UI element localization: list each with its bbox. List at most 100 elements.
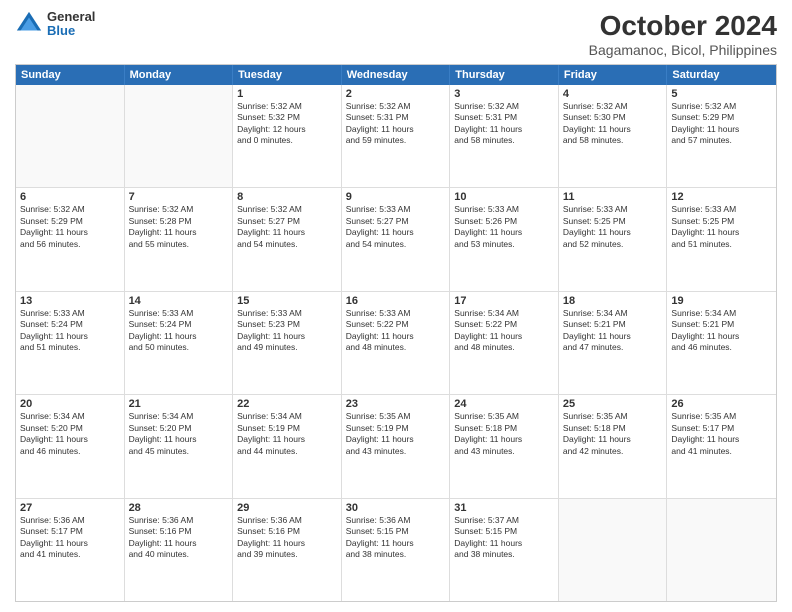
day-number: 8 xyxy=(237,191,337,203)
calendar-cell: 14Sunrise: 5:33 AM Sunset: 5:24 PM Dayli… xyxy=(125,292,234,394)
calendar-row: 1Sunrise: 5:32 AM Sunset: 5:32 PM Daylig… xyxy=(16,85,776,188)
calendar-header-day: Tuesday xyxy=(233,65,342,85)
day-info: Sunrise: 5:35 AM Sunset: 5:18 PM Dayligh… xyxy=(454,411,554,457)
calendar-cell: 20Sunrise: 5:34 AM Sunset: 5:20 PM Dayli… xyxy=(16,395,125,497)
day-info: Sunrise: 5:34 AM Sunset: 5:19 PM Dayligh… xyxy=(237,411,337,457)
calendar-cell: 9Sunrise: 5:33 AM Sunset: 5:27 PM Daylig… xyxy=(342,188,451,290)
calendar-row: 6Sunrise: 5:32 AM Sunset: 5:29 PM Daylig… xyxy=(16,188,776,291)
calendar-cell: 4Sunrise: 5:32 AM Sunset: 5:30 PM Daylig… xyxy=(559,85,668,187)
calendar-cell xyxy=(16,85,125,187)
calendar-cell: 1Sunrise: 5:32 AM Sunset: 5:32 PM Daylig… xyxy=(233,85,342,187)
calendar-header: SundayMondayTuesdayWednesdayThursdayFrid… xyxy=(16,65,776,85)
day-info: Sunrise: 5:35 AM Sunset: 5:19 PM Dayligh… xyxy=(346,411,446,457)
day-number: 30 xyxy=(346,502,446,514)
day-info: Sunrise: 5:33 AM Sunset: 5:26 PM Dayligh… xyxy=(454,204,554,250)
calendar-cell: 24Sunrise: 5:35 AM Sunset: 5:18 PM Dayli… xyxy=(450,395,559,497)
day-info: Sunrise: 5:34 AM Sunset: 5:21 PM Dayligh… xyxy=(671,308,772,354)
day-info: Sunrise: 5:32 AM Sunset: 5:27 PM Dayligh… xyxy=(237,204,337,250)
day-number: 29 xyxy=(237,502,337,514)
calendar-cell: 12Sunrise: 5:33 AM Sunset: 5:25 PM Dayli… xyxy=(667,188,776,290)
day-number: 2 xyxy=(346,88,446,100)
calendar-cell: 26Sunrise: 5:35 AM Sunset: 5:17 PM Dayli… xyxy=(667,395,776,497)
day-number: 26 xyxy=(671,398,772,410)
day-number: 22 xyxy=(237,398,337,410)
calendar-header-day: Monday xyxy=(125,65,234,85)
calendar-cell: 8Sunrise: 5:32 AM Sunset: 5:27 PM Daylig… xyxy=(233,188,342,290)
calendar-cell xyxy=(667,499,776,601)
calendar-cell xyxy=(125,85,234,187)
title-block: October 2024 Bagamanoc, Bicol, Philippin… xyxy=(589,10,777,58)
calendar-header-day: Saturday xyxy=(667,65,776,85)
calendar-cell: 27Sunrise: 5:36 AM Sunset: 5:17 PM Dayli… xyxy=(16,499,125,601)
day-number: 14 xyxy=(129,295,229,307)
day-info: Sunrise: 5:34 AM Sunset: 5:21 PM Dayligh… xyxy=(563,308,663,354)
logo-icon xyxy=(15,10,43,38)
day-info: Sunrise: 5:36 AM Sunset: 5:16 PM Dayligh… xyxy=(129,515,229,561)
day-number: 31 xyxy=(454,502,554,514)
day-info: Sunrise: 5:34 AM Sunset: 5:20 PM Dayligh… xyxy=(20,411,120,457)
calendar-body: 1Sunrise: 5:32 AM Sunset: 5:32 PM Daylig… xyxy=(16,85,776,601)
day-info: Sunrise: 5:36 AM Sunset: 5:17 PM Dayligh… xyxy=(20,515,120,561)
day-info: Sunrise: 5:33 AM Sunset: 5:22 PM Dayligh… xyxy=(346,308,446,354)
logo-text: General Blue xyxy=(47,10,95,39)
calendar-header-day: Thursday xyxy=(450,65,559,85)
day-number: 1 xyxy=(237,88,337,100)
calendar-cell: 18Sunrise: 5:34 AM Sunset: 5:21 PM Dayli… xyxy=(559,292,668,394)
day-number: 17 xyxy=(454,295,554,307)
calendar-header-day: Sunday xyxy=(16,65,125,85)
day-number: 19 xyxy=(671,295,772,307)
calendar-cell: 13Sunrise: 5:33 AM Sunset: 5:24 PM Dayli… xyxy=(16,292,125,394)
header: General Blue October 2024 Bagamanoc, Bic… xyxy=(15,10,777,58)
calendar-cell: 11Sunrise: 5:33 AM Sunset: 5:25 PM Dayli… xyxy=(559,188,668,290)
day-number: 18 xyxy=(563,295,663,307)
logo-general-text: General xyxy=(47,10,95,24)
calendar-cell: 3Sunrise: 5:32 AM Sunset: 5:31 PM Daylig… xyxy=(450,85,559,187)
calendar-cell: 21Sunrise: 5:34 AM Sunset: 5:20 PM Dayli… xyxy=(125,395,234,497)
day-number: 13 xyxy=(20,295,120,307)
calendar-cell: 19Sunrise: 5:34 AM Sunset: 5:21 PM Dayli… xyxy=(667,292,776,394)
calendar-cell: 10Sunrise: 5:33 AM Sunset: 5:26 PM Dayli… xyxy=(450,188,559,290)
calendar-cell: 22Sunrise: 5:34 AM Sunset: 5:19 PM Dayli… xyxy=(233,395,342,497)
day-info: Sunrise: 5:37 AM Sunset: 5:15 PM Dayligh… xyxy=(454,515,554,561)
calendar: SundayMondayTuesdayWednesdayThursdayFrid… xyxy=(15,64,777,602)
calendar-cell: 28Sunrise: 5:36 AM Sunset: 5:16 PM Dayli… xyxy=(125,499,234,601)
calendar-header-day: Friday xyxy=(559,65,668,85)
calendar-cell: 7Sunrise: 5:32 AM Sunset: 5:28 PM Daylig… xyxy=(125,188,234,290)
day-number: 28 xyxy=(129,502,229,514)
day-info: Sunrise: 5:35 AM Sunset: 5:18 PM Dayligh… xyxy=(563,411,663,457)
day-number: 3 xyxy=(454,88,554,100)
calendar-cell: 29Sunrise: 5:36 AM Sunset: 5:16 PM Dayli… xyxy=(233,499,342,601)
day-info: Sunrise: 5:32 AM Sunset: 5:31 PM Dayligh… xyxy=(454,101,554,147)
day-info: Sunrise: 5:33 AM Sunset: 5:25 PM Dayligh… xyxy=(563,204,663,250)
day-number: 12 xyxy=(671,191,772,203)
page-subtitle: Bagamanoc, Bicol, Philippines xyxy=(589,42,777,58)
day-number: 6 xyxy=(20,191,120,203)
day-info: Sunrise: 5:33 AM Sunset: 5:25 PM Dayligh… xyxy=(671,204,772,250)
calendar-cell: 5Sunrise: 5:32 AM Sunset: 5:29 PM Daylig… xyxy=(667,85,776,187)
day-info: Sunrise: 5:32 AM Sunset: 5:28 PM Dayligh… xyxy=(129,204,229,250)
page: General Blue October 2024 Bagamanoc, Bic… xyxy=(0,0,792,612)
day-number: 25 xyxy=(563,398,663,410)
day-info: Sunrise: 5:32 AM Sunset: 5:29 PM Dayligh… xyxy=(671,101,772,147)
day-info: Sunrise: 5:36 AM Sunset: 5:16 PM Dayligh… xyxy=(237,515,337,561)
calendar-cell: 16Sunrise: 5:33 AM Sunset: 5:22 PM Dayli… xyxy=(342,292,451,394)
day-number: 11 xyxy=(563,191,663,203)
day-number: 4 xyxy=(563,88,663,100)
calendar-row: 20Sunrise: 5:34 AM Sunset: 5:20 PM Dayli… xyxy=(16,395,776,498)
day-number: 9 xyxy=(346,191,446,203)
calendar-row: 13Sunrise: 5:33 AM Sunset: 5:24 PM Dayli… xyxy=(16,292,776,395)
calendar-cell: 15Sunrise: 5:33 AM Sunset: 5:23 PM Dayli… xyxy=(233,292,342,394)
calendar-cell: 25Sunrise: 5:35 AM Sunset: 5:18 PM Dayli… xyxy=(559,395,668,497)
day-number: 15 xyxy=(237,295,337,307)
calendar-cell: 23Sunrise: 5:35 AM Sunset: 5:19 PM Dayli… xyxy=(342,395,451,497)
day-info: Sunrise: 5:33 AM Sunset: 5:24 PM Dayligh… xyxy=(20,308,120,354)
logo: General Blue xyxy=(15,10,95,39)
day-info: Sunrise: 5:34 AM Sunset: 5:20 PM Dayligh… xyxy=(129,411,229,457)
day-info: Sunrise: 5:35 AM Sunset: 5:17 PM Dayligh… xyxy=(671,411,772,457)
calendar-row: 27Sunrise: 5:36 AM Sunset: 5:17 PM Dayli… xyxy=(16,499,776,601)
calendar-cell: 17Sunrise: 5:34 AM Sunset: 5:22 PM Dayli… xyxy=(450,292,559,394)
day-number: 20 xyxy=(20,398,120,410)
day-number: 7 xyxy=(129,191,229,203)
day-info: Sunrise: 5:32 AM Sunset: 5:31 PM Dayligh… xyxy=(346,101,446,147)
calendar-cell xyxy=(559,499,668,601)
